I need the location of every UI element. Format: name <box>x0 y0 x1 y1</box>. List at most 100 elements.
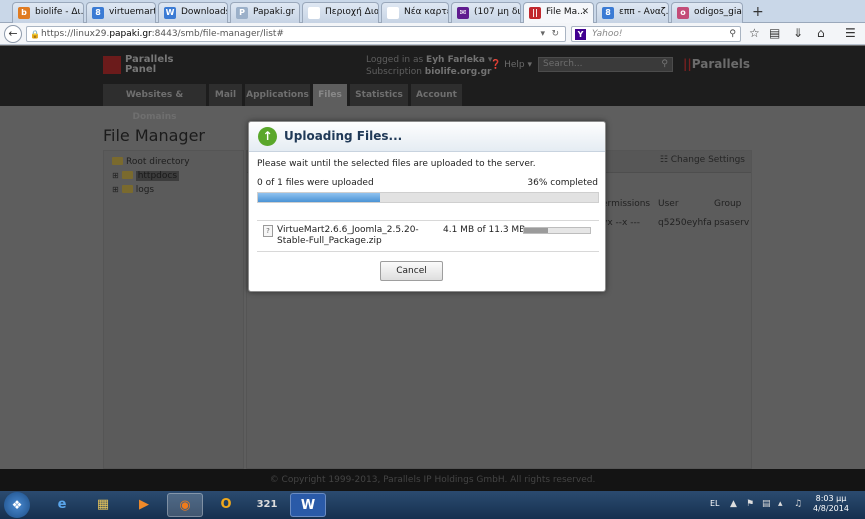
tab-label: εππ - Αναζ... <box>619 7 669 17</box>
close-tab-icon[interactable]: ✕ <box>581 7 589 17</box>
subscription-value[interactable]: biolife.org.gr <box>425 67 492 77</box>
tab-label: Περιοχή Διαχεί... <box>325 7 378 17</box>
expand-icon[interactable]: ⊞ <box>112 185 119 194</box>
tab-favicon-icon <box>387 7 399 19</box>
help-menu[interactable]: ❓ Help ▾ <box>490 60 532 70</box>
back-arrow-icon[interactable]: ← <box>4 25 22 43</box>
expand-icon[interactable]: ⊞ <box>112 171 119 180</box>
change-settings-link[interactable]: ☷ Change Settings <box>660 155 745 165</box>
dialog-message: Please wait until the selected files are… <box>257 159 536 169</box>
search-placeholder: Yahoo! <box>592 29 623 39</box>
tree-item-logs[interactable]: ⊞ logs <box>112 185 154 195</box>
show-hidden-icons-icon[interactable]: ▲ <box>730 499 737 509</box>
media-player-icon[interactable]: ▶ <box>126 493 162 517</box>
tab-favicon-icon <box>308 7 320 19</box>
home-icon[interactable]: ⌂ <box>817 26 825 40</box>
row-user: q5250eyhfa <box>658 218 712 228</box>
word-icon[interactable]: W <box>290 493 326 517</box>
panel-footer: © Copyright 1999-2013, Parallels IP Hold… <box>0 469 865 491</box>
browser-tab[interactable]: 8 virtuemart ... <box>86 2 156 23</box>
tab-favicon-icon: || <box>529 7 541 19</box>
tab-label: odigos_gia... <box>694 7 742 17</box>
panel-search-input[interactable]: Search... ⚲ <box>538 57 673 72</box>
tab-label: biolife - Δι... <box>35 7 84 17</box>
browser-tab[interactable]: ✉ (107 μη δια... <box>451 2 521 23</box>
calendar-icon[interactable]: 321 <box>249 493 285 517</box>
taskbar: ❖ e ▦ ▶ ◉ O 321 W EL ▲ ⚑ ▤ ▴ ♫ 8:03 μμ 4… <box>0 491 865 519</box>
menu-icon[interactable]: ☰ <box>845 26 856 40</box>
url-prefix: https://linux29. <box>41 29 110 39</box>
internet-explorer-icon[interactable]: e <box>44 493 80 517</box>
panel-tab-statistics[interactable]: Statistics <box>350 84 409 106</box>
panel-tab-files[interactable]: Files <box>313 84 348 106</box>
tree-root-label: Root directory <box>126 157 190 167</box>
help-label: Help <box>504 60 525 70</box>
file-explorer-icon[interactable]: ▦ <box>85 493 121 517</box>
brand-text: Parallels Panel <box>125 55 174 75</box>
file-progress-fill <box>524 228 548 233</box>
browser-tab[interactable]: W Downloads <box>158 2 228 23</box>
tab-favicon-icon: o <box>677 7 689 19</box>
settings-icon: ☷ <box>659 155 668 165</box>
tree-item-httpdocs[interactable]: ⊞ httpdocs <box>112 171 180 181</box>
signal-icon[interactable]: ▴ <box>778 499 783 509</box>
tree-item-label: httpdocs <box>135 171 180 181</box>
browser-nav-bar: ← 🔒 https://linux29.papaki.gr:8443/smb/f… <box>0 23 865 45</box>
folder-icon <box>112 157 123 165</box>
clock[interactable]: 8:03 μμ 4/8/2014 <box>813 494 849 514</box>
upload-icon: ↑ <box>258 127 277 146</box>
tree-root[interactable]: Root directory <box>112 157 190 167</box>
user-name[interactable]: Eyh Farleka <box>426 55 485 65</box>
panel-tab-websites-domains[interactable]: Websites & Domains <box>103 84 207 122</box>
logged-label: Logged in as <box>366 55 424 65</box>
browser-tab[interactable]: || File Ma... ✕ <box>523 2 594 23</box>
language-indicator[interactable]: EL <box>710 499 720 508</box>
column-header-permissions[interactable]: ermissions <box>602 199 650 209</box>
browser-tab[interactable]: Νέα καρτέλα <box>381 2 449 23</box>
start-button-icon[interactable]: ❖ <box>4 492 30 518</box>
firefox-icon[interactable]: ◉ <box>167 493 203 517</box>
address-bar[interactable]: 🔒 https://linux29.papaki.gr:8443/smb/fil… <box>26 26 566 42</box>
outlook-icon[interactable]: O <box>208 493 244 517</box>
bookmark-star-icon[interactable]: ☆ <box>749 26 760 40</box>
column-header-user[interactable]: User <box>658 199 679 209</box>
search-icon[interactable]: ⚲ <box>729 27 736 41</box>
action-center-flag-icon[interactable]: ⚑ <box>746 499 754 509</box>
tab-favicon-icon: ✉ <box>457 7 469 19</box>
volume-icon[interactable]: ♫ <box>794 499 802 509</box>
tree-item-label: logs <box>135 185 155 195</box>
search-bar[interactable]: Y Yahoo! ⚲ <box>571 26 741 42</box>
panel-tab-account[interactable]: Account <box>411 84 463 106</box>
downloads-icon[interactable]: ⇓ <box>793 26 803 40</box>
upload-file-row: ? VirtueMart2.6.6_Joomla_2.5.20-Stable-F… <box>257 220 599 252</box>
upload-percent: 36% completed <box>527 178 598 188</box>
bookmarks-list-icon[interactable]: ▤ <box>769 26 780 40</box>
reload-icon[interactable]: ↻ <box>551 27 559 41</box>
browser-tab[interactable]: 8 εππ - Αναζ... <box>596 2 669 23</box>
column-header-group[interactable]: Group <box>714 199 741 209</box>
url-path: :8443/smb/file-manager/list# <box>151 29 284 39</box>
tab-favicon-icon: b <box>18 7 30 19</box>
panel-search-placeholder: Search... <box>543 59 583 69</box>
search-icon[interactable]: ⚲ <box>661 58 668 71</box>
cancel-button[interactable]: Cancel <box>380 261 443 281</box>
parallels-bars-icon: || <box>683 57 692 71</box>
browser-tab-strip: b biolife - Δι... 8 virtuemart ... W Download… <box>0 0 865 23</box>
dropdown-arrow-icon[interactable]: ▾ <box>540 27 545 41</box>
lock-icon: 🔒 <box>30 30 40 39</box>
browser-tab[interactable]: b biolife - Δι... <box>12 2 84 23</box>
tab-favicon-icon: P <box>236 7 248 19</box>
parallels-logo-text: Parallels <box>691 57 750 71</box>
panel-tab-mail[interactable]: Mail <box>209 84 243 106</box>
subscription-label: Subscription <box>366 67 422 77</box>
tab-label: Papaki.gr <box>253 7 295 17</box>
browser-tab[interactable]: Περιοχή Διαχεί... <box>302 2 379 23</box>
panel-tab-applications[interactable]: Applications <box>245 84 311 106</box>
browser-tab[interactable]: o odigos_gia... <box>671 2 743 23</box>
upload-count: 0 of 1 files were uploaded <box>257 178 374 188</box>
new-tab-button[interactable]: + <box>752 4 764 20</box>
network-icon[interactable]: ▤ <box>762 499 771 509</box>
parallels-panel-logo-icon <box>103 56 121 74</box>
row-permissions: vx --x --- <box>602 218 640 228</box>
browser-tab[interactable]: P Papaki.gr <box>230 2 300 23</box>
